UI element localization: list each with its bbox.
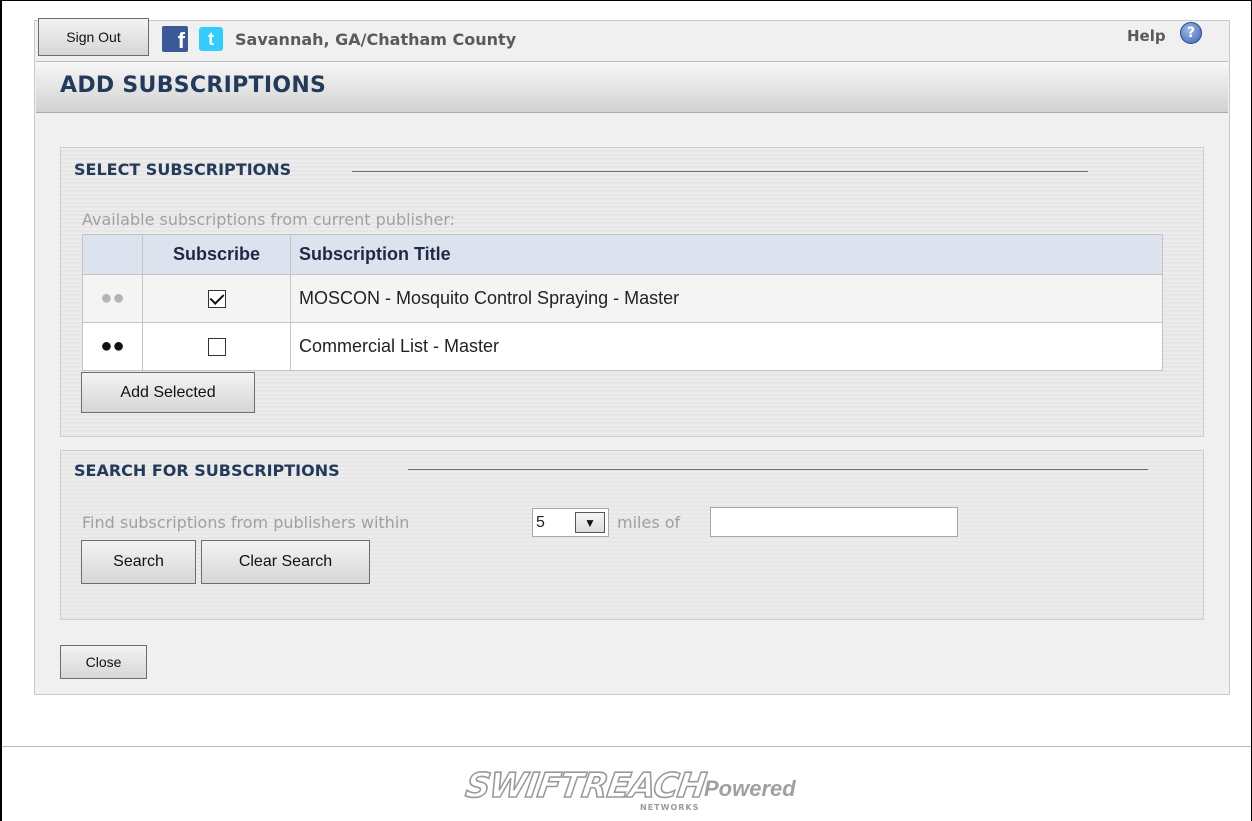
subscriptions-table: Subscribe Subscription Title ●● MOSCON -… xyxy=(82,234,1163,371)
chevron-down-icon[interactable]: ▼ xyxy=(575,512,605,533)
group-icon-cell: ●● xyxy=(82,274,143,323)
sign-out-button[interactable]: Sign Out xyxy=(38,18,149,56)
help-link[interactable]: Help xyxy=(1127,27,1166,45)
subscribe-checkbox[interactable] xyxy=(207,290,226,309)
subscription-title-cell: Commercial List - Master xyxy=(290,322,1163,371)
location-input[interactable] xyxy=(710,507,958,537)
powered-label: Powered xyxy=(704,776,796,801)
add-selected-button[interactable]: Add Selected xyxy=(81,372,255,413)
column-header-icon xyxy=(82,234,143,275)
available-subscriptions-label: Available subscriptions from current pub… xyxy=(82,210,455,229)
subscribe-checkbox[interactable] xyxy=(207,338,226,357)
close-button[interactable]: Close xyxy=(60,645,147,679)
clear-search-button[interactable]: Clear Search xyxy=(201,540,370,584)
window-border-left xyxy=(0,0,2,821)
table-row: ●● Commercial List - Master xyxy=(82,322,1163,371)
window-border-top xyxy=(0,0,1252,1)
group-icon: ●● xyxy=(100,335,125,357)
subscribe-cell xyxy=(142,274,291,323)
group-icon-cell: ●● xyxy=(82,322,143,371)
table-row: ●● MOSCON - Mosquito Control Spraying - … xyxy=(82,274,1163,323)
legend-divider xyxy=(352,171,1088,172)
radius-select[interactable]: 5 ▼ xyxy=(532,508,609,537)
subscribe-cell xyxy=(142,322,291,371)
facebook-icon[interactable]: f xyxy=(162,26,188,52)
twitter-icon[interactable]: t xyxy=(199,27,223,51)
miles-of-label: miles of xyxy=(617,513,681,532)
page-divider xyxy=(2,746,1251,747)
search-subscriptions-legend: SEARCH FOR SUBSCRIPTIONS xyxy=(74,461,340,480)
group-icon: ●● xyxy=(100,287,125,309)
select-subscriptions-legend: SELECT SUBSCRIPTIONS xyxy=(74,160,292,179)
page-title: ADD SUBSCRIPTIONS xyxy=(60,73,327,98)
column-header-title: Subscription Title xyxy=(290,234,1163,275)
help-icon[interactable]: ? xyxy=(1180,22,1202,44)
table-header-row: Subscribe Subscription Title xyxy=(82,234,1163,275)
logo-brand-text: SWIFTREACH xyxy=(462,765,708,807)
location-label: Savannah, GA/Chatham County xyxy=(235,30,517,49)
radius-value: 5 xyxy=(536,514,545,531)
search-button[interactable]: Search xyxy=(81,540,196,584)
logo-sub-text: NETWORKS xyxy=(640,803,700,812)
legend-divider xyxy=(408,469,1148,470)
column-header-subscribe: Subscribe xyxy=(142,234,291,275)
dialog-title-bar: ADD SUBSCRIPTIONS xyxy=(36,61,1228,113)
subscription-title-cell: MOSCON - Mosquito Control Spraying - Mas… xyxy=(290,274,1163,323)
find-subscriptions-label: Find subscriptions from publishers withi… xyxy=(82,513,410,532)
